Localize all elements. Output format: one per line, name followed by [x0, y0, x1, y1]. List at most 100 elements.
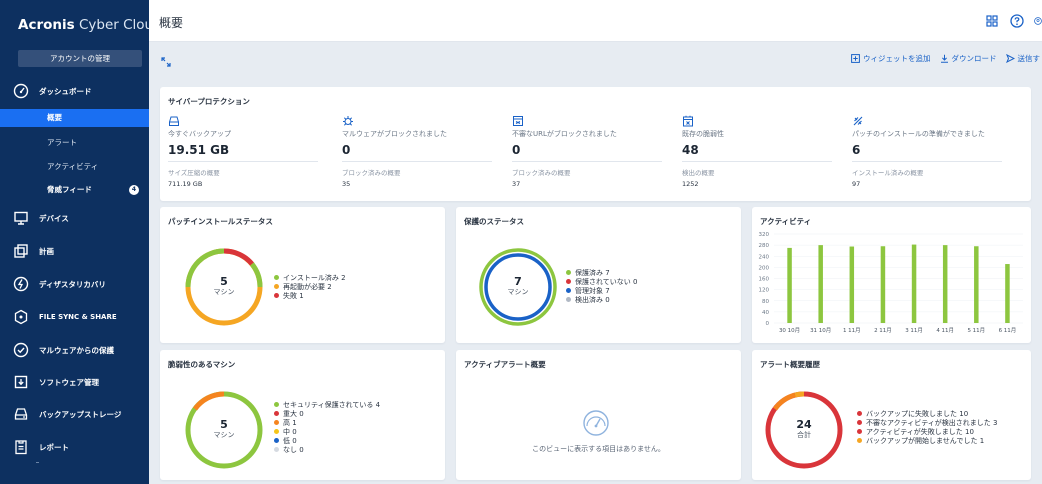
card-title: パッチインストールステータス	[168, 217, 273, 226]
x-tick-label: 5 11月	[967, 327, 985, 334]
active-alerts-widget[interactable]: アクティブアラート概要 このビューに表示する項目はありません。	[456, 350, 741, 480]
dashboard-icon	[9, 80, 33, 102]
legend-value: 0	[299, 445, 304, 454]
add-widget-button[interactable]: ウィジェットを追加	[851, 53, 931, 64]
sidebar-subitem-activities[interactable]: アクティビティ	[0, 158, 149, 176]
alert-history-legend: バックアップに失敗しました 10 不審なアクティビティが検出されました 3 アク…	[857, 409, 998, 445]
malware-icon	[342, 112, 502, 126]
sidebar-item-label: ダッシュボード	[39, 86, 92, 96]
sidebar-item-label: デバイス	[39, 213, 69, 223]
sidebar-item-label: マルウェアからの保護	[39, 345, 114, 355]
legend-value: 1	[299, 291, 304, 300]
monitor-icon	[9, 207, 33, 229]
vulnerability-icon	[682, 112, 842, 127]
legend-dot	[274, 293, 279, 298]
x-tick-label: 1 11月	[843, 327, 861, 334]
sidebar-subitem-overview[interactable]: 概要	[0, 109, 149, 127]
send-icon	[1005, 54, 1015, 63]
expand-icon[interactable]	[161, 52, 171, 71]
stat-sub-value: 35	[342, 180, 351, 188]
activity-widget[interactable]: アクティビティ 0 40 80 120 160 200 240 280 320 30 10月 31 …	[752, 207, 1031, 343]
divider	[168, 161, 318, 162]
stat-sub-label: ブロック済みの概要	[512, 169, 571, 177]
y-tick-label: 240	[759, 254, 770, 260]
toolbar-actions: ウィジェットを追加 ダウンロード 送信す	[851, 53, 1040, 64]
y-tick-label: 200	[759, 265, 770, 271]
disaster-recovery-icon	[9, 273, 33, 295]
activity-bar[interactable]	[849, 246, 855, 323]
stat-sub-value: 1252	[682, 180, 699, 188]
sidebar-subitem-alerts[interactable]: アラート	[0, 134, 149, 152]
activity-bar[interactable]	[1005, 264, 1010, 323]
protection-col-patch: パッチのインストールの準備ができました 6 インストール済みの概要 97	[852, 112, 1012, 188]
divider	[512, 161, 662, 162]
activity-bar[interactable]	[911, 244, 917, 323]
x-tick-label: 3 11月	[905, 327, 923, 334]
sidebar-item-plans[interactable]: 計画	[0, 240, 149, 262]
donut-center: 5 マシン	[182, 419, 266, 440]
sidebar-item-file-sync[interactable]: FILE SYNC & SHARE	[0, 306, 149, 328]
alert-history-widget[interactable]: アラート概要履歴 24 合計 バックアップに失敗しました 10 不審なアクティビ…	[752, 350, 1031, 480]
legend-value: 0	[292, 436, 297, 445]
sidebar-item-dashboard[interactable]: ダッシュボード	[0, 80, 149, 102]
stat-sub-label: インストール済みの概要	[852, 169, 924, 177]
legend-dot	[857, 429, 862, 434]
activity-bar[interactable]	[942, 245, 948, 323]
protection-col-malware: マルウェアがブロックされました 0 ブロック済みの概要 35	[342, 112, 502, 188]
legend-dot	[857, 438, 862, 443]
account-icon[interactable]	[1034, 13, 1042, 29]
legend-dot	[274, 420, 279, 425]
protection-status-widget[interactable]: 保護のステータス 7 マシン 保護済み 7 保護されていない 0 管理対象 7 …	[456, 207, 741, 343]
activity-bar[interactable]	[818, 245, 823, 323]
stat-sub-label: サイズ圧縮の概要	[168, 169, 220, 177]
top-bar-actions	[984, 13, 1042, 29]
sidebar-item-label: 計画	[39, 246, 54, 256]
donut-unit: マシン	[507, 288, 529, 296]
legend-dot	[274, 275, 279, 280]
vulnerable-machines-widget[interactable]: 脆弱性のあるマシン 5 マシン セキュリティ保護されている 4 重大 0 高 1…	[160, 350, 445, 480]
sidebar-item-disaster-recovery[interactable]: ディザスタリカバリ	[0, 273, 149, 295]
activity-bar[interactable]	[974, 246, 979, 323]
y-tick-label: 0	[766, 321, 770, 327]
send-button[interactable]: 送信す	[1005, 53, 1040, 64]
legend-value: 0	[299, 409, 304, 418]
activity-bar[interactable]	[787, 247, 792, 323]
empty-state-message: このビューに表示する項目はありません。	[532, 445, 665, 453]
donut-total: 5	[220, 275, 228, 288]
protection-col-backup: 今すぐバックアップ 19.51 GB サイズ圧縮の概要 711.19 GB	[168, 112, 328, 188]
x-tick-label: 4 11月	[936, 327, 954, 334]
plus-box-icon	[851, 54, 860, 63]
patch-install-status-widget[interactable]: パッチインストールステータス 5 マシン インストール済み 2 再起動が必要 2…	[160, 207, 445, 343]
divider	[342, 161, 492, 162]
brand-logo: Acronis Cyber Cloud	[18, 17, 162, 33]
donut-total: 24	[796, 418, 812, 431]
sidebar-fade	[0, 454, 149, 484]
sidebar-subitem-threat-feed[interactable]: 脅威フィード 4	[0, 181, 149, 199]
legend-dot	[274, 447, 279, 452]
donut-unit: マシン	[213, 288, 235, 296]
stat-sub-label: ブロック済みの概要	[342, 169, 401, 177]
grid-apps-icon[interactable]	[984, 13, 1000, 29]
legend-value: 0	[633, 277, 638, 286]
sidebar-item-devices[interactable]: デバイス	[0, 207, 149, 229]
sidebar-item-backup-storage[interactable]: バックアップストレージ	[0, 403, 149, 425]
cyber-protection-card: サイバープロテクション 今すぐバックアップ 19.51 GB サイズ圧縮の概要 …	[160, 87, 1031, 201]
protection-col-url: 不審なURLがブロックされました 0 ブロック済みの概要 37	[512, 112, 672, 188]
help-icon[interactable]	[1009, 13, 1025, 29]
divider	[852, 161, 1002, 162]
stat-label: パッチのインストールの準備ができました	[852, 130, 985, 138]
protection-legend: 保護済み 7 保護されていない 0 管理対象 7 検出済み 0	[566, 268, 638, 304]
top-bar: 概要	[149, 0, 1042, 42]
activity-bar[interactable]	[880, 246, 886, 323]
sidebar-item-malware-protection[interactable]: マルウェアからの保護	[0, 339, 149, 361]
shield-check-icon	[9, 339, 33, 361]
manage-account-button[interactable]: アカウントの管理	[18, 50, 142, 67]
donut-total: 5	[220, 418, 228, 431]
sidebar-item-label: ディザスタリカバリ	[39, 279, 106, 289]
sidebar-item-software-management[interactable]: ソフトウェア管理	[0, 371, 149, 393]
legend-item: バックアップが開始しませんでした 1	[857, 436, 998, 445]
threat-feed-badge: 4	[129, 185, 139, 195]
legend-value: 10	[965, 427, 974, 436]
download-button[interactable]: ダウンロード	[940, 53, 997, 64]
card-title: アラート概要履歴	[760, 360, 820, 369]
